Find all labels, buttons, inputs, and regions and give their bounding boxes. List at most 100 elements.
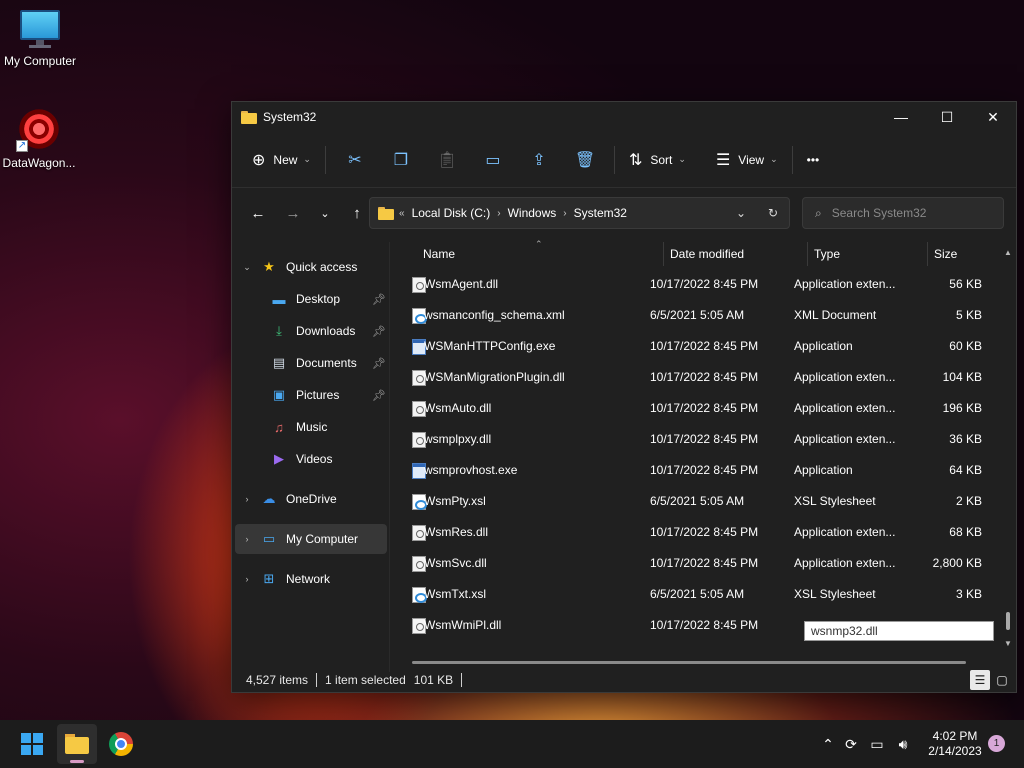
vertical-scrollbar[interactable]: ▲ ▼ xyxy=(1004,248,1012,648)
file-row[interactable]: WsmTxt.xsl 6/5/2021 5:05 AM XSL Stylesheet… xyxy=(404,579,1004,610)
file-type: Application exten... xyxy=(794,370,896,384)
column-header-name[interactable]: Name xyxy=(423,242,663,266)
show-hidden-icons-button[interactable]: ⌃ xyxy=(818,736,838,753)
file-row[interactable]: WsmAuto.dll 10/17/2022 8:45 PM Application… xyxy=(404,393,1004,424)
file-type: Application exten... xyxy=(794,277,896,291)
file-date: 10/17/2022 8:45 PM xyxy=(650,277,759,291)
sidebar-item-downloads[interactable]: ⤓ Downloads 📌︎ xyxy=(270,316,386,346)
breadcrumb-system32[interactable]: System32 xyxy=(574,206,627,220)
minimize-button[interactable]: — xyxy=(878,102,924,132)
tiles-view-button[interactable]: ▢ xyxy=(992,670,1012,690)
chevron-right-icon[interactable]: › xyxy=(240,494,254,504)
paste-button[interactable]: 📋︎ xyxy=(424,144,470,176)
sidebar-item-documents[interactable]: ▤ Documents 📌︎ xyxy=(270,348,386,378)
search-placeholder: Search System32 xyxy=(831,206,927,220)
column-header-size[interactable]: Size xyxy=(934,242,994,266)
file-date: 6/5/2021 5:05 AM xyxy=(650,587,745,601)
notification-badge[interactable]: 1 xyxy=(988,735,1005,752)
start-button[interactable] xyxy=(12,724,52,764)
share-button[interactable]: ⇪ xyxy=(516,144,562,176)
sort-icon: ⇅ xyxy=(628,151,643,169)
sidebar-item-videos[interactable]: ▶ Videos xyxy=(270,444,386,474)
address-dropdown-button[interactable]: ⌄ xyxy=(725,206,757,220)
clock-date: 2/14/2023 xyxy=(928,744,982,758)
scroll-up-icon[interactable]: ▲ xyxy=(1004,248,1012,257)
file-name: WSManMigrationPlugin.dll xyxy=(424,370,565,384)
volume-icon[interactable]: 🔊︎ xyxy=(890,736,916,753)
search-input[interactable]: ⌕ Search System32 xyxy=(802,197,1004,229)
arrow-right-icon: → xyxy=(285,204,301,222)
file-row[interactable]: wsmplpxy.dll 10/17/2022 8:45 PM Applicatio… xyxy=(404,424,1004,455)
sidebar-item-pictures[interactable]: ▣ Pictures 📌︎ xyxy=(270,380,386,410)
file-type: Application xyxy=(794,463,853,477)
file-size: 104 KB xyxy=(942,370,982,384)
file-name: WsmTxt.xsl xyxy=(424,587,486,601)
sync-icon[interactable]: ⟳ xyxy=(838,736,864,753)
title-bar[interactable]: System32 — ☐ ✕ xyxy=(232,102,1016,132)
videos-icon: ▶ xyxy=(274,451,284,466)
sidebar-item-music[interactable]: ♫ Music xyxy=(270,412,386,442)
sort-button[interactable]: ⇅ Sort ⌄ xyxy=(621,144,694,176)
file-size: 56 KB xyxy=(949,277,982,291)
view-button[interactable]: ☰ View ⌄ xyxy=(708,144,786,176)
sidebar-item-quick-access[interactable]: ⌄ ★ Quick access xyxy=(240,252,385,282)
horizontal-scrollbar[interactable] xyxy=(412,661,966,664)
navigation-pane: ⌄ ★ Quick access ▬ Desktop 📌︎ ⤓ Download… xyxy=(232,242,390,672)
taskbar: ⌃ ⟳ ▭ 🔊︎ 4:02 PM 2/14/2023 1 xyxy=(0,720,1024,768)
file-row[interactable]: WsmRes.dll 10/17/2022 8:45 PM Application … xyxy=(404,517,1004,548)
chevron-down-icon: ⌄ xyxy=(320,207,330,220)
forward-button[interactable]: → xyxy=(277,197,309,229)
desktop-icon-my-computer[interactable]: My Computer xyxy=(0,10,80,68)
chevron-right-icon[interactable]: › xyxy=(240,574,254,584)
clock[interactable]: 4:02 PM 2/14/2023 xyxy=(920,729,990,759)
scroll-down-icon[interactable]: ▼ xyxy=(1004,639,1012,648)
copy-button[interactable]: ❐ xyxy=(378,144,424,176)
file-type: Application exten... xyxy=(794,401,896,415)
taskbar-file-explorer[interactable] xyxy=(57,724,97,764)
maximize-button[interactable]: ☐ xyxy=(924,102,970,132)
network-icon[interactable]: ▭ xyxy=(864,736,890,753)
item-count: 4,527 items xyxy=(246,673,309,687)
delete-button[interactable]: 🗑︎ xyxy=(562,144,608,176)
close-button[interactable]: ✕ xyxy=(970,102,1016,132)
new-button[interactable]: ⊕ New ⌄ xyxy=(244,144,319,176)
rename-button[interactable]: ▭ xyxy=(470,144,516,176)
refresh-button[interactable]: ↻ xyxy=(757,206,789,220)
selection-size: 101 KB xyxy=(413,673,454,687)
chevron-right-icon[interactable]: › xyxy=(240,534,254,544)
chevron-down-icon[interactable]: ⌄ xyxy=(240,262,254,273)
breadcrumb-windows[interactable]: Windows xyxy=(508,206,557,220)
file-date: 10/17/2022 8:45 PM xyxy=(650,556,759,570)
file-row[interactable]: WSManHTTPConfig.exe 10/17/2022 8:45 PM App… xyxy=(404,331,1004,362)
chevron-right-icon: › xyxy=(563,207,567,219)
more-options-button[interactable]: ••• xyxy=(799,144,828,176)
back-button[interactable]: ← xyxy=(242,197,274,229)
more-icon: ••• xyxy=(806,152,820,167)
sidebar-item-network[interactable]: › ⊞ Network xyxy=(240,564,385,594)
file-row[interactable]: wsmanconfig_schema.xml 6/5/2021 5:05 AM XM… xyxy=(404,300,1004,331)
file-row[interactable]: wsmprovhost.exe 10/17/2022 8:45 PM Applica… xyxy=(404,455,1004,486)
taskbar-chrome[interactable] xyxy=(101,724,141,764)
sidebar-item-desktop[interactable]: ▬ Desktop 📌︎ xyxy=(270,284,387,314)
file-row[interactable]: WSManMigrationPlugin.dll 10/17/2022 8:45 … xyxy=(404,362,1004,393)
folder-icon xyxy=(241,110,257,124)
desktop-icon-datawagon[interactable]: ↗ DataWagon... xyxy=(0,106,79,170)
sidebar-item-onedrive[interactable]: › ☁ OneDrive xyxy=(240,484,385,514)
file-row[interactable]: WsmAgent.dll 10/17/2022 8:45 PM Applicatio… xyxy=(404,269,1004,300)
chevron-down-icon: ⌄ xyxy=(678,154,686,164)
sidebar-item-my-computer[interactable]: › ▭ My Computer xyxy=(235,524,387,554)
cut-button[interactable]: ✂ xyxy=(332,144,378,176)
file-row[interactable]: WsmPty.xsl 6/5/2021 5:05 AM XSL Stylesheet… xyxy=(404,486,1004,517)
file-name: WsmWmiPl.dll xyxy=(424,618,502,632)
address-bar[interactable]: « Local Disk (C:) › Windows › System32 ⌄… xyxy=(369,197,790,229)
file-type: XSL Stylesheet xyxy=(794,587,876,601)
recent-locations-button[interactable]: ⌄ xyxy=(309,197,341,229)
column-header-date[interactable]: Date modified xyxy=(670,242,806,266)
pin-icon: 📌︎ xyxy=(372,325,386,338)
breadcrumb-local-disk[interactable]: Local Disk (C:) xyxy=(412,206,491,220)
scrollbar-thumb[interactable] xyxy=(1006,612,1010,630)
column-header-type[interactable]: Type xyxy=(814,242,926,266)
details-view-button[interactable]: ☰ xyxy=(970,670,990,690)
file-row[interactable]: WsmSvc.dll 10/17/2022 8:45 PM Application … xyxy=(404,548,1004,579)
file-type: Application exten... xyxy=(794,525,896,539)
